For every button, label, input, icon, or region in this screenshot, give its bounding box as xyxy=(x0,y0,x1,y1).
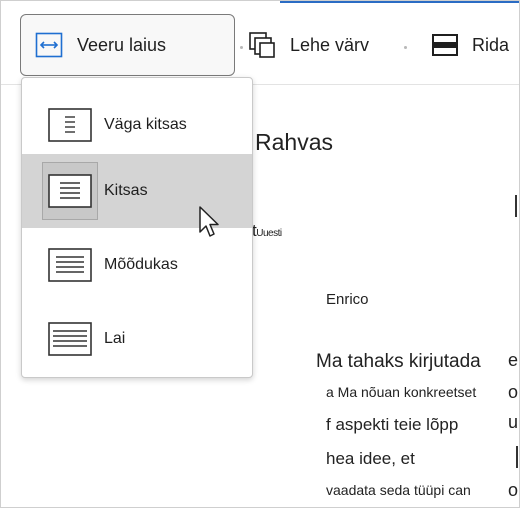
line-spacing-icon xyxy=(432,34,458,56)
wide-column-icon xyxy=(48,322,92,356)
column-width-icon xyxy=(35,32,63,58)
document-title: Rahvas xyxy=(255,129,333,155)
column-width-label: Veeru laius xyxy=(77,34,167,55)
right-edge-text: o xyxy=(508,480,519,500)
right-edge-text: e xyxy=(508,350,519,370)
narrow-column-icon xyxy=(48,174,92,208)
document-text-line: hea idee, et xyxy=(326,449,415,468)
page-color-button[interactable]: Lehe värv xyxy=(248,14,369,76)
page-color-icon xyxy=(249,32,275,58)
ribbon-separator xyxy=(240,46,243,49)
menu-option-label: Mõõdukas xyxy=(104,256,178,273)
page-color-label: Lehe värv xyxy=(290,34,370,55)
right-edge-text: u xyxy=(508,412,519,432)
right-edge-text: o xyxy=(508,382,519,402)
document-text-line: vaadata seda tüüpi can xyxy=(326,482,471,498)
menu-option-label: Lai xyxy=(104,330,126,347)
menu-option-wide[interactable]: Lai xyxy=(22,302,252,376)
ribbon: Veeru laius Lehe värv Rida xyxy=(0,0,520,85)
menu-option-label: Väga kitsas xyxy=(104,116,187,133)
ribbon-separator xyxy=(404,46,407,49)
document-text-line: Ma tahaks kirjutada xyxy=(316,351,481,372)
ribbon-accent-line xyxy=(280,0,520,3)
very-narrow-column-icon xyxy=(48,108,92,142)
document-meta: tUuesti xyxy=(252,221,282,241)
menu-option-label: Kitsas xyxy=(104,182,148,199)
text-edge-mark xyxy=(515,195,517,217)
document-author: Enrico xyxy=(326,291,369,308)
mouse-pointer-icon xyxy=(199,206,219,237)
text-edge-mark xyxy=(516,446,518,468)
menu-option-very-narrow[interactable]: Väga kitsas xyxy=(22,88,252,162)
line-spacing-label: Rida xyxy=(472,34,510,55)
menu-option-moderate[interactable]: Mõõdukas xyxy=(22,228,252,302)
document-meta-small: Uuesti xyxy=(256,228,282,239)
line-spacing-button[interactable]: Rida xyxy=(432,14,509,76)
document-text-line: a Ma nõuan konkreetset xyxy=(326,384,477,400)
moderate-column-icon xyxy=(48,248,92,282)
column-width-button[interactable]: Veeru laius xyxy=(20,14,235,76)
document-text-line: f aspekti teie lõpp xyxy=(326,415,459,434)
